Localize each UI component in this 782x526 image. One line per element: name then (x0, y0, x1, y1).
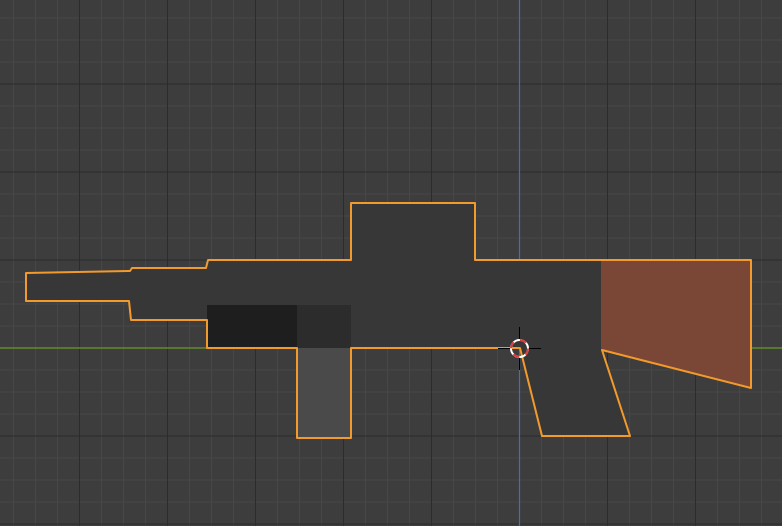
handguard-face[interactable] (207, 305, 297, 348)
3d-viewport[interactable] (0, 0, 782, 526)
magazine-face[interactable] (297, 348, 351, 438)
magazine-well-face[interactable] (297, 305, 351, 348)
